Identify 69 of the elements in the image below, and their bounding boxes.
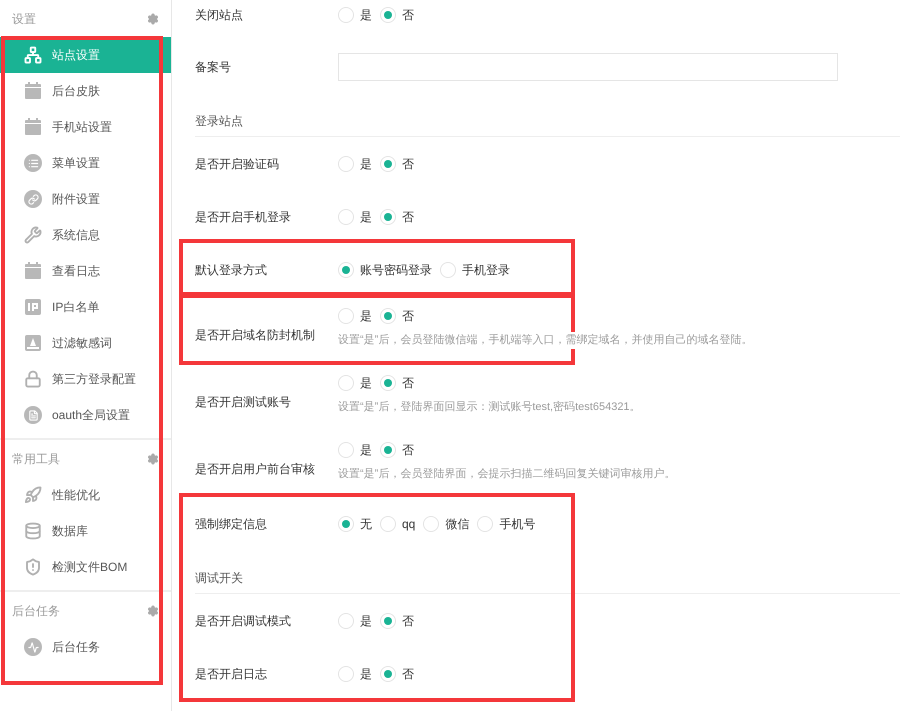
- sidebar-item[interactable]: oauth全局设置: [0, 397, 171, 433]
- sitemap-icon: [24, 46, 42, 64]
- radio-option[interactable]: 是: [338, 154, 372, 172]
- radio-option[interactable]: qq: [380, 514, 416, 532]
- field-label: 关闭站点: [195, 6, 244, 24]
- settings-icon[interactable]: [147, 604, 159, 616]
- radio-option[interactable]: 是: [338, 208, 372, 226]
- lock-icon: [24, 370, 42, 388]
- text-field[interactable]: [338, 53, 838, 81]
- calendar-icon: [24, 118, 42, 136]
- field-label: 是否开启域名防封机制: [195, 327, 316, 344]
- sidebar-item[interactable]: 后台任务: [0, 629, 171, 665]
- radio-option[interactable]: 是: [338, 6, 372, 24]
- field-label: 是否开启手机登录: [195, 208, 292, 226]
- sidebar-item[interactable]: IP白名单: [0, 289, 171, 325]
- radio-option[interactable]: 无: [338, 514, 372, 532]
- sidebar-item[interactable]: 系统信息: [0, 217, 171, 253]
- field-label: 默认登录方式: [195, 262, 268, 278]
- field-label: 备案号: [195, 59, 232, 76]
- ip-icon: [24, 298, 42, 316]
- radio-option[interactable]: 否: [380, 441, 414, 459]
- radio-option[interactable]: 微信: [423, 514, 470, 532]
- sidebar-item[interactable]: 查看日志: [0, 253, 171, 289]
- sidebar-item[interactable]: 手机站设置: [0, 109, 171, 145]
- radio-option[interactable]: 手机号: [477, 514, 536, 532]
- radio-option[interactable]: 否: [380, 307, 414, 325]
- sidebar-item[interactable]: 后台皮肤: [0, 73, 171, 109]
- field-label: 是否开启日志: [195, 666, 268, 682]
- radio-option[interactable]: 否: [380, 374, 414, 392]
- field-label: 是否开启调试模式: [195, 612, 292, 630]
- sidebar-item[interactable]: 附件设置: [0, 181, 171, 217]
- rocket-icon: [24, 486, 42, 504]
- sidebar-item[interactable]: 过滤敏感词: [0, 325, 171, 361]
- section-title: 调试开关: [195, 570, 243, 587]
- field-label: 强制绑定信息: [195, 516, 268, 532]
- database-icon: [24, 522, 42, 540]
- radio-option[interactable]: 否: [380, 208, 414, 226]
- list-icon: [24, 154, 42, 172]
- radio-option[interactable]: 是: [338, 441, 372, 459]
- group-title: 常用工具: [12, 450, 60, 468]
- sidebar-item[interactable]: 数据库: [0, 513, 171, 549]
- radio-option[interactable]: 是: [338, 307, 372, 325]
- radio-option[interactable]: 否: [380, 6, 414, 24]
- section-title: 登录站点: [195, 113, 243, 130]
- link-icon: [24, 190, 42, 208]
- radio-option[interactable]: 手机登录: [440, 260, 510, 278]
- radio-option[interactable]: 否: [380, 154, 414, 172]
- field-label: 是否开启验证码: [195, 156, 280, 172]
- radio-option[interactable]: 是: [338, 664, 372, 682]
- group-title: 后台任务: [12, 602, 60, 620]
- calendar-icon: [24, 262, 42, 280]
- radio-option[interactable]: 否: [380, 612, 414, 630]
- wrench-icon: [24, 226, 42, 244]
- sidebar-item[interactable]: 检测文件BOM: [0, 549, 171, 585]
- sidebar-item[interactable]: 菜单设置: [0, 145, 171, 181]
- field-label: 是否开启用户前台审核: [195, 461, 316, 478]
- group-title: 设置: [12, 10, 36, 28]
- settings-icon[interactable]: [147, 12, 159, 24]
- field-label: 是否开启测试账号: [195, 394, 292, 411]
- activity-icon: [24, 638, 42, 656]
- radio-option[interactable]: 是: [338, 374, 372, 392]
- calendar-icon: [24, 82, 42, 100]
- radio-option[interactable]: 否: [380, 664, 414, 682]
- radio-option[interactable]: 是: [338, 612, 372, 630]
- radio-option[interactable]: 账号密码登录: [338, 260, 432, 278]
- settings-icon[interactable]: [147, 452, 159, 464]
- shield-icon: [24, 558, 42, 576]
- sidebar-item[interactable]: 第三方登录配置: [0, 361, 171, 397]
- sidebar-item[interactable]: 性能优化: [0, 477, 171, 513]
